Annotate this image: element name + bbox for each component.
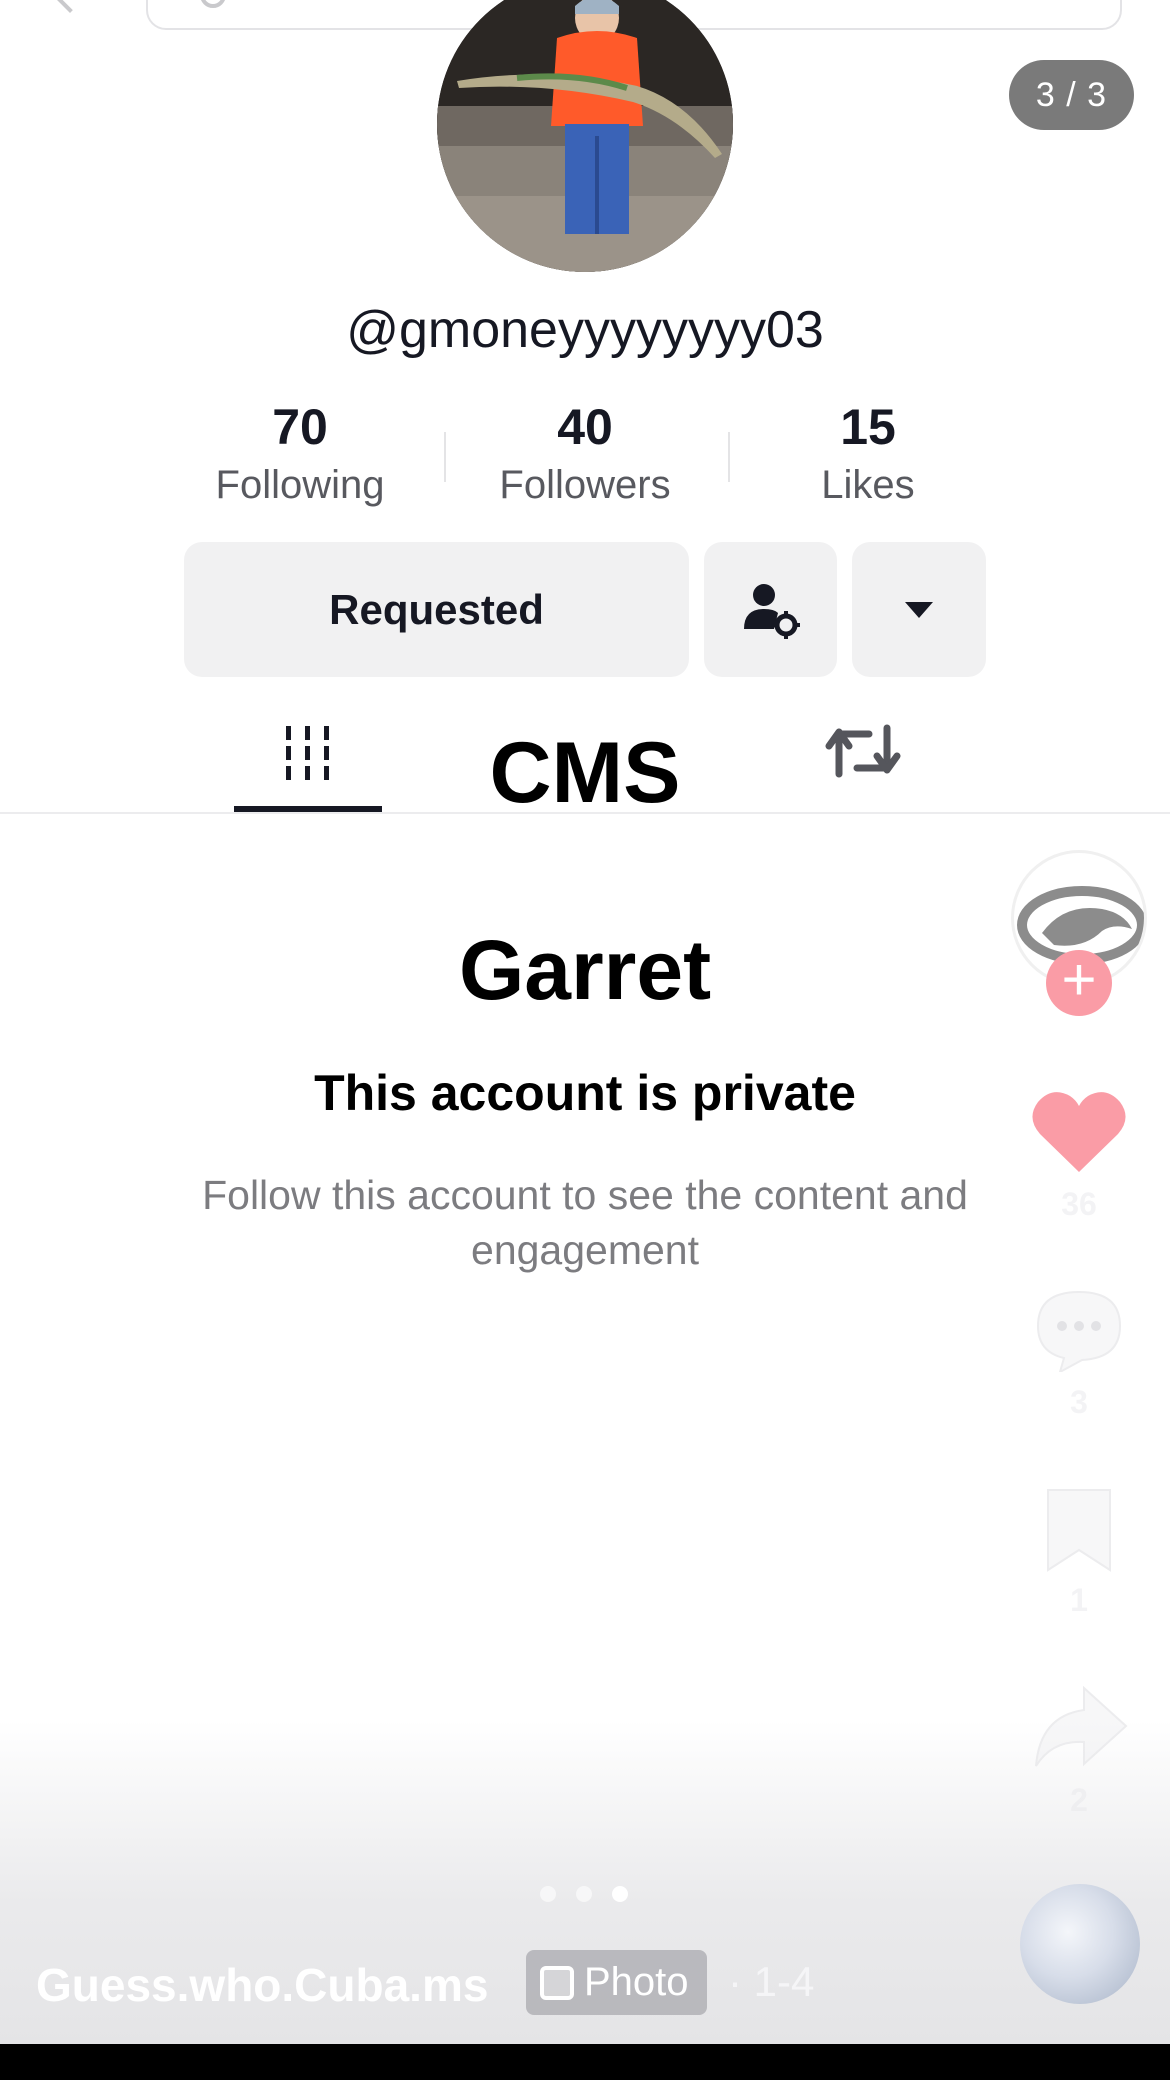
stat-followers[interactable]: 40 Followers [445, 400, 725, 508]
display-name: Garret [458, 923, 712, 1017]
stat-likes[interactable]: 15 Likes [728, 400, 1008, 508]
person-settings-icon [743, 583, 800, 639]
text-overlay: CMS [489, 725, 681, 821]
photo-badge-label: Photo [584, 1960, 689, 2004]
stat-label: Followers [499, 463, 671, 507]
stat-value: 40 [557, 399, 613, 455]
repost-icon[interactable] [825, 718, 901, 784]
photo-badge[interactable]: Photo [526, 1950, 707, 2015]
heart-icon[interactable] [1030, 1090, 1128, 1174]
carousel-dot [540, 1886, 556, 1902]
comment-icon[interactable] [1030, 1288, 1128, 1372]
bookmark-icon[interactable] [1030, 1488, 1128, 1572]
like-count: 36 [1061, 1186, 1097, 1222]
profile-avatar [437, 0, 733, 272]
music-disc-icon[interactable] [1020, 1884, 1140, 2004]
stat-value: 15 [840, 399, 896, 455]
follow-plus-button[interactable]: + [1046, 950, 1112, 1016]
photo-range: · 1-4 [728, 1958, 815, 2005]
suggested-accounts-button[interactable] [704, 542, 837, 677]
save-count: 1 [1070, 1582, 1088, 1618]
back-icon[interactable] [53, 0, 87, 13]
post-caption[interactable]: Guess.who.Cuba.ms [36, 1958, 488, 2012]
caret-down-icon [905, 601, 933, 618]
carousel-dots [540, 1886, 628, 1902]
photo-icon [540, 1965, 574, 2000]
carousel-dot [576, 1886, 592, 1902]
carousel-dot-active [612, 1886, 628, 1902]
stat-label: Likes [821, 463, 915, 507]
stat-value: 70 [272, 399, 328, 455]
avatar-photo [437, 0, 733, 272]
grid-icon[interactable] [280, 724, 336, 780]
stat-following[interactable]: 70 Following [160, 400, 440, 508]
bottom-black-bar [0, 2044, 1170, 2080]
comment-count: 3 [1070, 1384, 1088, 1420]
private-description: Follow this account to see the content a… [202, 1172, 968, 1274]
page-counter: 3 / 3 [1009, 60, 1134, 130]
requested-button[interactable]: Requested [184, 542, 689, 677]
stat-label: Following [215, 463, 385, 507]
more-dropdown-button[interactable] [852, 542, 986, 677]
tabs-divider [0, 812, 1170, 814]
private-title: This account is private [314, 1065, 856, 1121]
profile-username: @gmoneyyyyyyyy03 [346, 301, 824, 359]
